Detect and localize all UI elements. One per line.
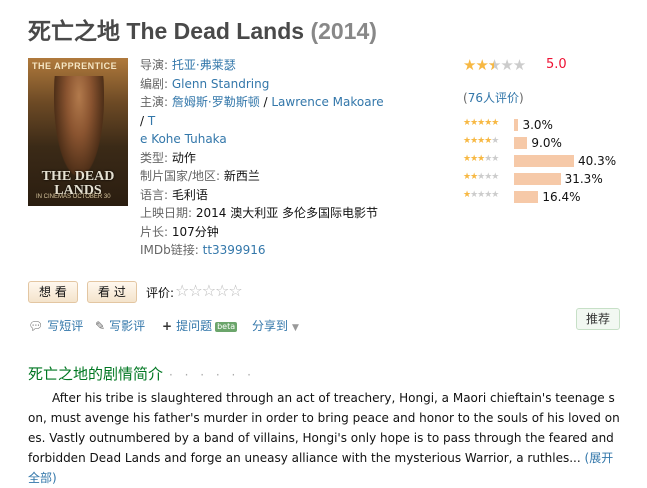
poster-figure	[54, 76, 104, 176]
rating-row-3-star: ★★★★★ 40.3%	[463, 154, 643, 168]
title-en: The Dead Lands	[126, 18, 305, 44]
rating-bar	[514, 119, 519, 131]
row-stars-icon: ★★★★★	[463, 118, 499, 128]
row-stars-icon: ★★★★★	[463, 136, 499, 146]
poster-bottom-text: IN CINEMAS OCTOBER 30	[36, 194, 111, 200]
rating-bar	[514, 155, 574, 167]
runtime-label: 片长:	[140, 224, 169, 239]
synopsis-dots: · · · · · ·	[169, 368, 255, 382]
cast-link-1[interactable]: 詹姆斯·罗勒斯顿	[172, 95, 260, 109]
writer-link[interactable]: Glenn Standring	[172, 77, 269, 91]
rating-bar	[514, 191, 539, 203]
info-director: 导演: 托亚·弗莱瑟	[140, 56, 390, 75]
synopsis-title: 死亡之地的剧情简介	[28, 365, 164, 383]
rating-percent: 31.3%	[564, 172, 603, 186]
info-genre: 类型: 动作	[140, 149, 390, 168]
rating-stars-icon: ★★★★★★	[463, 56, 526, 74]
ask-label: 提问题	[176, 319, 213, 333]
rating-percent: 16.4%	[542, 190, 581, 204]
director-label: 导演:	[140, 58, 169, 72]
comment-icon: 💬︎	[28, 319, 44, 333]
info-writer: 编剧: Glenn Standring	[140, 75, 390, 94]
cast-sep-1: /	[259, 95, 272, 109]
genre-value: 动作	[171, 150, 196, 165]
poster-top-text: THE APPRENTICE	[32, 61, 118, 71]
title-year: (2014)	[310, 18, 377, 44]
pencil-icon: ✎	[95, 319, 106, 333]
want-to-watch-button[interactable]: 想 看	[28, 281, 78, 303]
imdb-label: IMDb链接:	[140, 243, 199, 257]
movie-poster[interactable]: THE APPRENTICE THE DEAD LANDS IN CINEMAS…	[28, 58, 128, 206]
country-label: 制片国家/地区:	[140, 169, 221, 183]
row-stars-icon: ★★★★★	[463, 172, 499, 182]
imdb-link[interactable]: tt3399916	[203, 243, 266, 257]
rating-row-1-star: ★★★★★ 16.4%	[463, 190, 643, 204]
evaluate-label: 评价:	[146, 286, 175, 300]
info-country: 制片国家/地区: 新西兰	[140, 167, 390, 186]
cast-label: 主演:	[140, 95, 169, 109]
plus-icon: +	[162, 319, 173, 333]
movie-info: 导演: 托亚·弗莱瑟 编剧: Glenn Standring 主演: 詹姆斯·罗…	[140, 56, 390, 260]
page-title: 死亡之地 The Dead Lands (2014)	[28, 12, 377, 46]
evaluate-stars-icon[interactable]: ☆☆☆☆☆	[175, 281, 243, 300]
cast-link-2[interactable]: Lawrence Makoare	[271, 95, 383, 109]
title-cn: 死亡之地	[28, 18, 120, 44]
synopsis-body: After his tribe is slaughtered through a…	[28, 388, 620, 488]
cast-link-3a[interactable]: T	[148, 114, 155, 128]
rating-percent: 40.3%	[578, 154, 617, 168]
chevron-down-icon: ▼	[292, 323, 299, 333]
info-release: 上映日期: 2014 澳大利亚 多伦多国际电影节	[140, 204, 390, 223]
synopsis-text: After his tribe is slaughtered through a…	[28, 391, 620, 465]
info-cast: 主演: 詹姆斯·罗勒斯顿 / Lawrence Makoare / Te Koh…	[140, 93, 390, 149]
info-imdb: IMDb链接: tt3399916	[140, 241, 390, 260]
cast-link-3b[interactable]: e Kohe Tuhaka	[140, 132, 227, 146]
runtime-value: 107分钟	[171, 224, 219, 239]
release-label: 上映日期:	[140, 206, 193, 220]
share-label: 分享到	[252, 319, 289, 333]
write-short-review-button[interactable]: 💬︎ 写短评	[28, 317, 83, 334]
director-link[interactable]: 托亚·弗莱瑟	[172, 58, 236, 72]
writer-label: 编剧:	[140, 76, 169, 91]
watched-button[interactable]: 看 过	[87, 281, 137, 303]
recommend-button[interactable]: 推荐	[576, 308, 620, 330]
genre-label: 类型:	[140, 150, 169, 165]
ask-question-button[interactable]: + 提问题 beta	[162, 317, 238, 334]
rating-row-4-star: ★★★★★ 9.0%	[463, 136, 643, 150]
beta-badge: beta	[215, 322, 238, 332]
short-review-label: 写短评	[47, 319, 84, 333]
language-value: 毛利语	[171, 187, 208, 202]
rating-bar	[514, 173, 561, 185]
synopsis-heading: 死亡之地的剧情简介 · · · · · ·	[28, 363, 255, 384]
row-stars-icon: ★★★★★	[463, 154, 499, 164]
cast-sep-2: /	[140, 113, 148, 128]
rating-percent: 3.0%	[522, 118, 553, 132]
write-review-button[interactable]: ✎ 写影评	[95, 317, 145, 334]
votes-close: )	[518, 91, 524, 105]
rating-votes: (76人评价)	[463, 89, 524, 106]
rating-row-2-star: ★★★★★ 31.3%	[463, 172, 643, 186]
rating-row-5-star: ★★★★★ 3.0%	[463, 118, 643, 132]
rating-percent: 9.0%	[531, 136, 562, 150]
info-language: 语言: 毛利语	[140, 186, 390, 205]
row-stars-icon: ★★★★★	[463, 190, 499, 200]
language-label: 语言:	[140, 187, 169, 202]
release-value: 2014 澳大利亚 多伦多国际电影节	[195, 206, 379, 220]
country-value: 新西兰	[223, 169, 260, 183]
votes-link[interactable]: 76人评价	[468, 91, 519, 105]
rating-bar	[514, 137, 528, 149]
share-dropdown[interactable]: 分享到 ▼	[252, 317, 299, 334]
review-label: 写影评	[109, 319, 146, 333]
rating-score: 5.0	[546, 57, 567, 72]
info-runtime: 片长: 107分钟	[140, 223, 390, 242]
